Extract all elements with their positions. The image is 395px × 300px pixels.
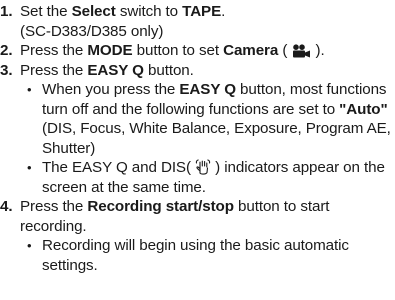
- easy-q-label: EASY Q: [87, 61, 144, 79]
- step-text: ).: [311, 42, 325, 59]
- step-text: button.: [143, 61, 194, 79]
- note-text: Recording will begin using the basic aut…: [42, 237, 349, 274]
- step-text: button to set: [132, 42, 224, 59]
- step-text: .: [221, 3, 226, 20]
- step-number: 4.: [0, 198, 13, 215]
- step-number: 2.: [0, 42, 13, 59]
- step-number: 3.: [0, 61, 13, 79]
- step-3: 3. Press the EASY Q button.: [0, 61, 395, 81]
- recording-start-stop-label: Recording start/stop: [87, 198, 234, 215]
- auto-label: "Auto": [339, 100, 388, 118]
- bullet-icon: •: [27, 238, 32, 253]
- step-text: (: [278, 42, 292, 59]
- step-4-notes: • Recording will begin using the basic a…: [0, 236, 395, 275]
- tape-label: TAPE: [182, 3, 222, 20]
- step-text: Press the: [20, 198, 88, 215]
- note-text: When you press the: [42, 81, 180, 98]
- step-4: 4. Press the Recording start/stop button…: [0, 197, 395, 236]
- bullet-icon: •: [27, 82, 32, 97]
- step-3-notes: • When you press the EASY Q button, most…: [0, 80, 395, 197]
- dis-hand-icon: [195, 159, 211, 175]
- mode-label: MODE: [87, 42, 133, 59]
- list-item: • Recording will begin using the basic a…: [0, 236, 395, 275]
- model-note: (SC-D383/D385 only): [20, 22, 164, 40]
- step-text: switch to: [115, 3, 183, 20]
- step-text: Press the: [20, 61, 88, 79]
- select-label: Select: [71, 3, 116, 20]
- step-2: 2. Press the MODE button to set Camera (…: [0, 41, 395, 61]
- step-text: Press the: [20, 42, 88, 59]
- camera-mode-icon: [291, 44, 311, 58]
- step-number: 1.: [0, 3, 13, 20]
- list-item: • The EASY Q and DIS( ) indicators appea…: [0, 158, 395, 197]
- step-text: Set the: [20, 3, 72, 20]
- note-text: (DIS, Focus, White Balance, Exposure, Pr…: [42, 120, 391, 157]
- bullet-icon: •: [27, 160, 32, 175]
- step-1: 1. Set the Select switch to TAPE. (SC-D3…: [0, 2, 395, 41]
- note-text: The EASY Q and DIS(: [42, 159, 196, 176]
- instructions: 1. Set the Select switch to TAPE. (SC-D3…: [0, 0, 395, 300]
- camera-label: Camera: [223, 42, 279, 59]
- easy-q-label: EASY Q: [179, 81, 236, 98]
- list-item: • When you press the EASY Q button, most…: [0, 80, 395, 158]
